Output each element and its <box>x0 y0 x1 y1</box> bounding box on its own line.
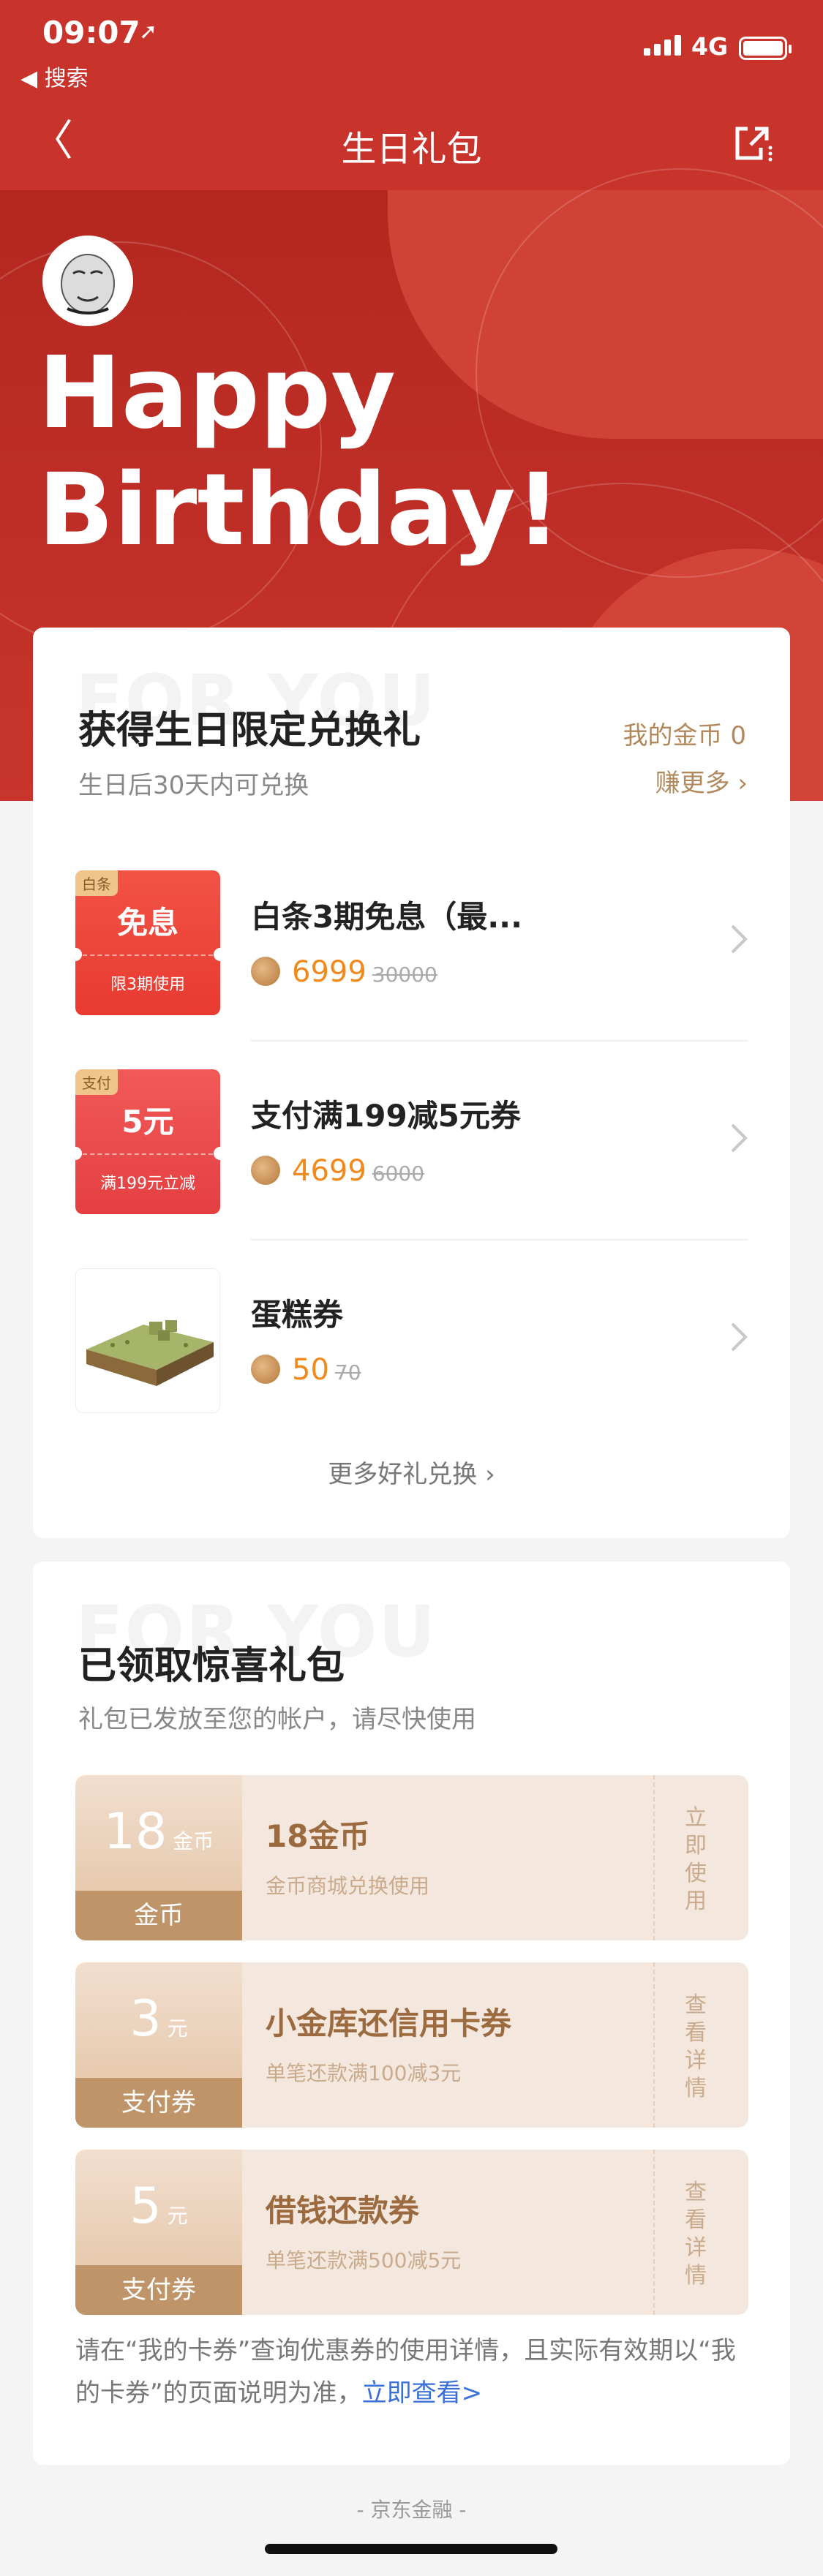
item-price: 6999 30000 <box>251 952 437 989</box>
coupon-amount: 18 金币 <box>75 1803 242 1861</box>
coupon-tag: 白条 <box>75 870 118 896</box>
signal-icon <box>644 35 681 56</box>
location-arrow-icon: ➚ <box>139 19 158 45</box>
coin-icon <box>251 1355 280 1384</box>
item-name: 蛋糕券 <box>251 1297 344 1333</box>
coupon-desc: 金币商城兑换使用 <box>266 1874 430 1898</box>
exchange-card: FOR YOU 获得生日限定兑换礼 生日后30天内可兑换 我的金币 0 赚更多 … <box>33 628 790 1538</box>
chevron-right-icon <box>731 1322 748 1352</box>
coupon-separator <box>653 1962 655 2128</box>
home-indicator[interactable] <box>265 2544 557 2554</box>
coupon-left: 18 金币 金币 <box>75 1775 242 1940</box>
avatar[interactable] <box>42 236 133 326</box>
price-old: 6000 <box>372 1161 425 1186</box>
status-time: 09:07 <box>42 15 140 50</box>
divider <box>251 1239 748 1240</box>
received-title: 已领取惊喜礼包 <box>78 1644 345 1688</box>
coupon-thumb: 白条 免息 限3期使用 <box>75 870 220 1015</box>
coupon-notch <box>75 948 82 961</box>
coupon-thumb: 支付 5元 满199元立减 <box>75 1069 220 1214</box>
back-to-app-link[interactable]: ◀ 搜索 <box>20 60 89 92</box>
view-now-link[interactable]: 立即查看> <box>362 2379 483 2408</box>
coupon-big-text: 免息 <box>116 905 178 941</box>
price-now: 4699 <box>292 1154 367 1188</box>
price-old: 70 <box>334 1360 361 1385</box>
amount-value: 5 <box>129 2177 162 2235</box>
chevron-right-icon <box>731 924 748 954</box>
coupon-tag: 支付 <box>75 1069 118 1095</box>
received-card: FOR YOU 已领取惊喜礼包 礼包已发放至您的帐户，请尽快使用 18 金币 金币… <box>33 1562 790 2465</box>
nav-bar: 〈 生日礼包 <box>0 102 823 183</box>
coupon-dash-line <box>75 1153 220 1155</box>
network-type: 4G <box>691 32 729 61</box>
coupon-kind: 支付券 <box>75 2078 242 2128</box>
view-details-button[interactable]: 查看详情 <box>681 1992 710 2103</box>
coupon-amount: 5元 <box>75 2177 242 2235</box>
amount-unit: 金币 <box>173 1829 214 1853</box>
gift-coupon[interactable]: 3元 支付券 小金库还信用卡券 单笔还款满100减3元 查看详情 <box>75 1962 748 2128</box>
coupon-notch <box>214 1147 220 1160</box>
item-price: 50 70 <box>251 1350 361 1387</box>
coupon-left: 5元 支付券 <box>75 2150 242 2315</box>
price-now: 50 <box>292 1353 329 1387</box>
coupon-title: 借钱还款券 <box>266 2193 420 2229</box>
coupon-kind: 支付券 <box>75 2265 242 2315</box>
gift-coupon[interactable]: 18 金币 金币 18金币 金币商城兑换使用 立即使用 <box>75 1775 748 1940</box>
coupon-left: 3元 支付券 <box>75 1962 242 2128</box>
coupon-notch <box>75 1147 82 1160</box>
hero-line-2: Birthday! <box>38 453 561 568</box>
amount-unit: 元 <box>167 2204 188 2228</box>
exchange-title: 获得生日限定兑换礼 <box>78 709 421 753</box>
battery-icon <box>739 37 792 60</box>
cake-thumb <box>75 1268 220 1413</box>
hero-headline: Happy Birthday! <box>38 335 561 569</box>
coupon-separator <box>653 2150 655 2315</box>
coupon-separator <box>653 1775 655 1940</box>
footer-brand: - 京东金融 - <box>356 2498 467 2522</box>
coupon-title: 小金库还信用卡券 <box>266 2006 512 2041</box>
use-now-button[interactable]: 立即使用 <box>681 1804 710 1916</box>
more-gifts-link[interactable]: 更多好礼兑换 › <box>33 1454 790 1490</box>
hero-line-1: Happy <box>38 336 396 451</box>
avatar-face-icon <box>45 238 130 323</box>
gift-coupon[interactable]: 5元 支付券 借钱还款券 单笔还款满500减5元 查看详情 <box>75 2150 748 2315</box>
item-price: 4699 6000 <box>251 1151 424 1188</box>
price-old: 30000 <box>372 963 437 987</box>
coupon-amount: 3元 <box>75 1990 242 2048</box>
view-details-button[interactable]: 查看详情 <box>681 2179 710 2290</box>
price-now: 6999 <box>292 955 367 989</box>
exchange-item[interactable]: 蛋糕券 50 70 <box>75 1268 748 1415</box>
share-icon[interactable] <box>732 123 773 164</box>
cake-icon <box>86 1320 214 1386</box>
amount-value: 18 <box>103 1803 168 1861</box>
coin-icon <box>251 1156 280 1185</box>
item-name: 白条3期免息（最... <box>251 899 523 935</box>
coupon-small-text: 满199元立减 <box>100 1175 195 1193</box>
coupon-desc: 单笔还款满100减3元 <box>266 2061 462 2085</box>
item-name: 支付满199减5元券 <box>251 1098 521 1134</box>
coupon-title: 18金币 <box>266 1818 370 1854</box>
coupon-desc: 单笔还款满500减5元 <box>266 2248 462 2272</box>
earn-more-link[interactable]: 赚更多 › <box>655 763 748 799</box>
exchange-item[interactable]: 白条 免息 限3期使用 白条3期免息（最... 6999 30000 <box>75 870 748 1017</box>
amount-value: 3 <box>129 1990 162 2048</box>
coupon-kind: 金币 <box>75 1891 242 1940</box>
coupon-small-text: 限3期使用 <box>110 976 185 994</box>
exchange-item[interactable]: 支付 5元 满199元立减 支付满199减5元券 4699 6000 <box>75 1069 748 1216</box>
coupon-note: 请在“我的卡券”查询优惠券的使用详情，且实际有效期以“我的卡券”的页面说明为准，… <box>75 2330 756 2414</box>
coupon-dash-line <box>75 954 220 956</box>
page-title: 生日礼包 <box>341 129 482 170</box>
chevron-right-icon <box>731 1123 748 1153</box>
coupon-notch <box>214 948 220 961</box>
coin-icon <box>251 957 280 986</box>
received-subtitle: 礼包已发放至您的帐户，请尽快使用 <box>78 1705 476 1734</box>
divider <box>251 1040 748 1042</box>
exchange-subtitle: 生日后30天内可兑换 <box>78 771 309 800</box>
amount-unit: 元 <box>167 2016 188 2041</box>
status-bar: 09:07 ➚ ◀ 搜索 4G <box>0 0 823 91</box>
my-coins-label: 我的金币 0 <box>623 721 746 750</box>
coupon-big-text: 5元 <box>121 1104 174 1140</box>
